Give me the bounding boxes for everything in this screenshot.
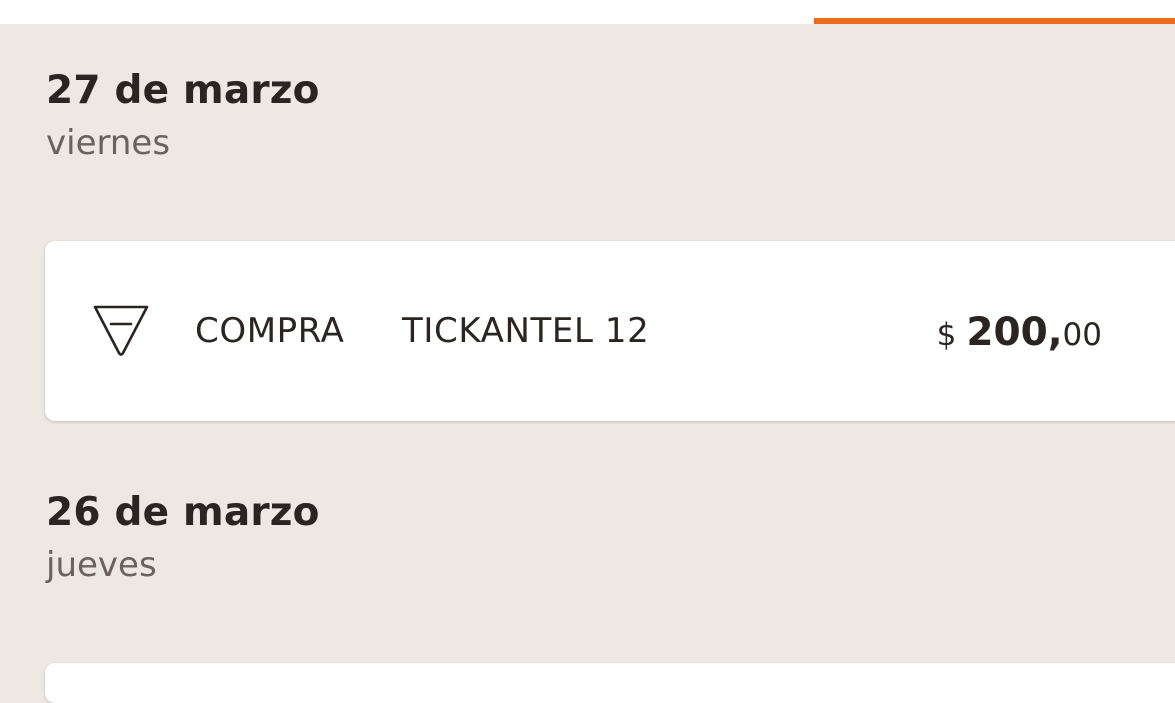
day-weekday: jueves [46, 545, 157, 585]
purchase-triangle-icon [91, 303, 151, 359]
day-header: 26 de marzo jueves [46, 490, 320, 585]
transaction-card[interactable] [45, 663, 1175, 703]
day-date: 26 de marzo [46, 490, 320, 535]
currency-symbol: $ [936, 317, 957, 353]
amount-decimals: 00 [1062, 317, 1102, 353]
day-header: 27 de marzo viernes [46, 68, 320, 163]
transaction-type: COMPRA [195, 311, 345, 351]
amount-integer: 200, [966, 310, 1063, 355]
active-tab-indicator [814, 18, 1175, 24]
transaction-description: TICKANTEL 12 [402, 311, 650, 351]
day-weekday: viernes [46, 123, 171, 163]
transaction-card[interactable]: COMPRA TICKANTEL 12 $200,00 [45, 241, 1175, 421]
day-date: 27 de marzo [46, 68, 320, 113]
transaction-amount: $200,00 [937, 311, 1102, 362]
